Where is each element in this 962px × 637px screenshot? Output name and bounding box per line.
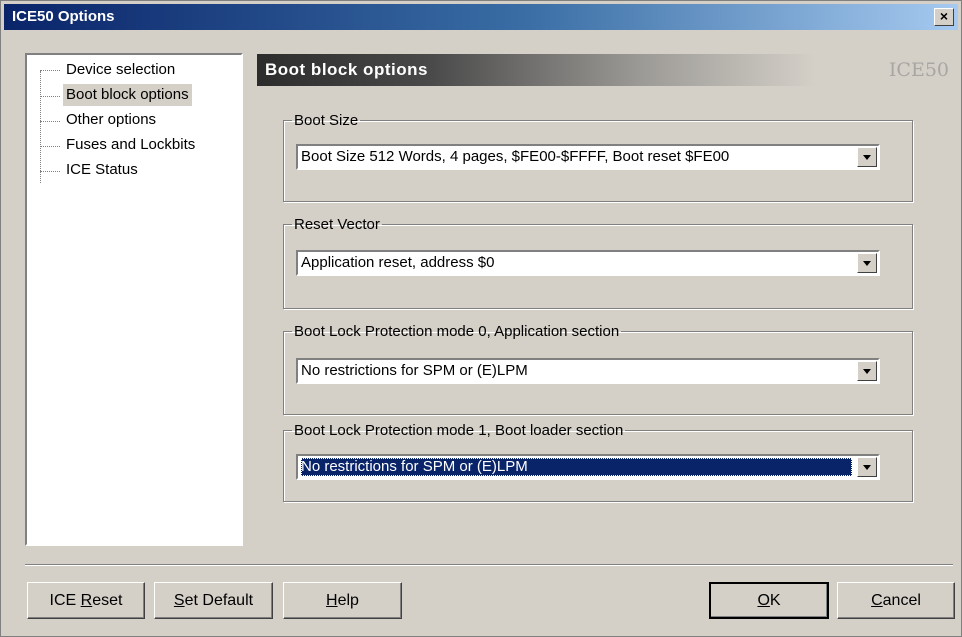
button-separator: [25, 564, 953, 566]
button-mnemonic: H: [326, 592, 338, 609]
dropdown-arrow-icon[interactable]: [857, 253, 877, 273]
tree-item-fuses-and-lockbits[interactable]: Fuses and Lockbits: [63, 134, 198, 156]
button-mnemonic: R: [80, 592, 93, 609]
lock-mode1-label: Boot Lock Protection mode 1, Boot loader…: [294, 422, 624, 439]
lock-mode1-select[interactable]: No restrictions for SPM or (E)LPM: [296, 454, 880, 480]
window-title: ICE50 Options: [12, 8, 115, 25]
tree-connector: [40, 70, 60, 71]
button-text: elp: [337, 592, 359, 609]
ok-button[interactable]: OK: [709, 582, 829, 619]
reset-vector-select[interactable]: Application reset, address $0: [296, 250, 880, 276]
tree-item-other-options[interactable]: Other options: [63, 109, 159, 131]
ice-reset-button[interactable]: ICE Reset: [27, 582, 145, 619]
dropdown-arrow-icon[interactable]: [857, 361, 877, 381]
tree-item-device-selection[interactable]: Device selection: [63, 59, 178, 81]
boot-size-value: Boot Size 512 Words, 4 pages, $FE00-$FFF…: [301, 148, 730, 165]
close-icon[interactable]: ×: [934, 8, 954, 26]
button-mnemonic: C: [871, 592, 883, 609]
lock-mode0-label: Boot Lock Protection mode 0, Application…: [294, 323, 620, 340]
options-tree: Device selection Boot block options Othe…: [25, 53, 243, 546]
dropdown-arrow-icon[interactable]: [857, 147, 877, 167]
tree-connector: [40, 121, 60, 122]
button-text: et Default: [184, 592, 254, 609]
lock-mode0-value: No restrictions for SPM or (E)LPM: [301, 362, 528, 379]
tree-item-ice-status[interactable]: ICE Status: [63, 159, 141, 181]
button-text: ICE: [49, 592, 81, 609]
button-text: ancel: [882, 592, 921, 609]
options-dialog: ICE50 Options × Device selection Boot bl…: [0, 0, 962, 637]
reset-vector-label: Reset Vector: [294, 216, 380, 233]
button-text: eset: [92, 592, 123, 609]
tree-connector: [40, 71, 41, 183]
tree-item-boot-block-options[interactable]: Boot block options: [63, 84, 192, 106]
button-mnemonic: O: [757, 592, 770, 609]
button-mnemonic: S: [173, 592, 185, 609]
set-default-button[interactable]: Set Default: [154, 582, 273, 619]
help-button[interactable]: Help: [283, 582, 402, 619]
boot-size-select[interactable]: Boot Size 512 Words, 4 pages, $FE00-$FFF…: [296, 144, 880, 170]
brand-logo: ICE50: [888, 59, 949, 81]
boot-size-label: Boot Size: [294, 112, 359, 129]
panel-title: Boot block options: [265, 60, 428, 79]
lock-mode0-select[interactable]: No restrictions for SPM or (E)LPM: [296, 358, 880, 384]
tree-connector: [40, 171, 60, 172]
button-text: K: [769, 592, 781, 609]
cancel-button[interactable]: Cancel: [837, 582, 955, 619]
dropdown-arrow-icon[interactable]: [857, 457, 877, 477]
tree-connector: [40, 146, 60, 147]
lock-mode1-value: No restrictions for SPM or (E)LPM: [301, 458, 852, 476]
title-bar[interactable]: ICE50 Options ×: [4, 4, 958, 30]
panel-header: Boot block options ICE50: [257, 54, 955, 86]
reset-vector-value: Application reset, address $0: [301, 254, 495, 271]
tree-connector: [40, 96, 60, 97]
